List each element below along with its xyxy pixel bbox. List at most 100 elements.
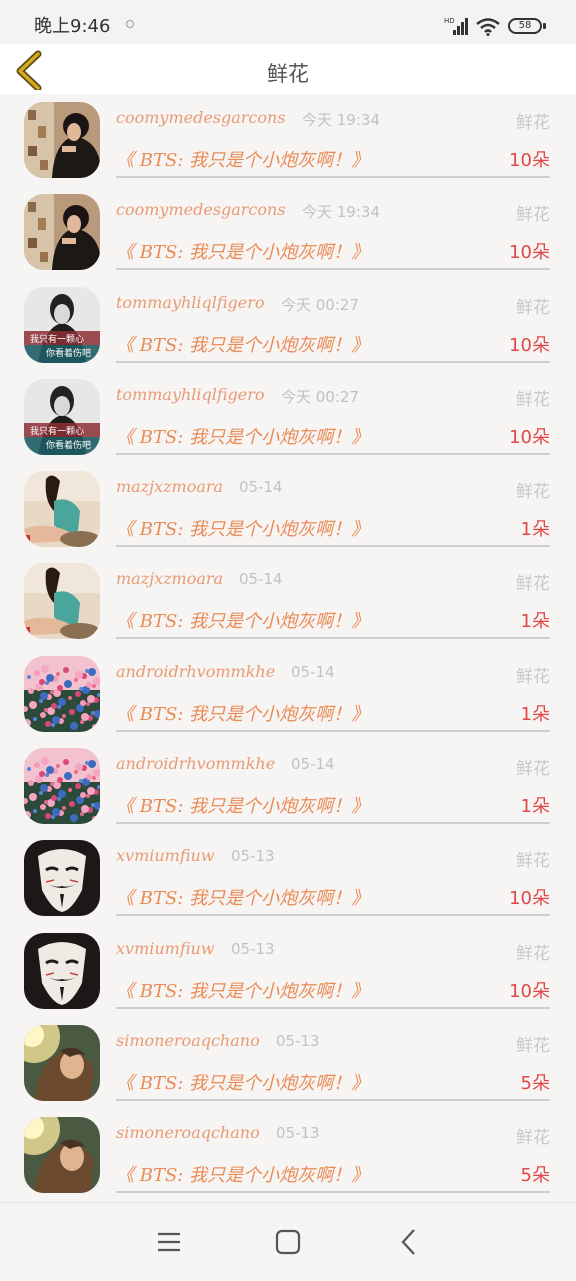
svg-text:你看着伤吧: 你看着伤吧 (46, 347, 91, 359)
flower-count: 1朵 (520, 703, 550, 725)
notification-dot-icon (126, 20, 134, 28)
list-item[interactable]: androidrhvommkhe 05-14 鲜花《 BTS: 我只是个小炮灰啊！》… (0, 740, 576, 832)
gift-type: 鲜花 (516, 851, 550, 872)
avatar[interactable] (24, 1117, 100, 1194)
home-button[interactable] (271, 1225, 305, 1259)
username[interactable]: xvmiumfiuw (116, 846, 215, 865)
gift-type: 鲜花 (516, 943, 550, 964)
username[interactable]: tommayhliqlfigero (116, 293, 265, 312)
menu-icon (158, 1232, 180, 1252)
avatar[interactable] (24, 932, 100, 1009)
divider (116, 360, 550, 363)
timestamp: 05-13 (231, 939, 275, 958)
back-chevron-icon (401, 1229, 415, 1255)
book-title[interactable]: 《 BTS: 我只是个小炮灰啊！》 (116, 607, 369, 633)
flower-count: 10朵 (509, 242, 550, 264)
list-item[interactable]: androidrhvommkhe 05-14 鲜花《 BTS: 我只是个小炮灰啊！》… (0, 648, 576, 740)
flower-count: 1朵 (520, 611, 550, 633)
timestamp: 05-13 (276, 1124, 320, 1143)
divider (116, 1098, 550, 1101)
status-bar: 晚上9:46 HD 58 (0, 0, 576, 44)
list-item[interactable]: coomymedesgarcons 今天 19:34 鲜花《 BTS: 我只是个小炮… (0, 94, 576, 186)
username[interactable]: coomymedesgarcons (116, 108, 286, 127)
battery-icon: 58 (508, 18, 542, 34)
avatar[interactable] (24, 102, 100, 178)
flower-count: 1朵 (520, 519, 550, 541)
avatar[interactable] (24, 840, 100, 917)
flower-count: 10朵 (509, 980, 550, 1002)
avatar[interactable] (24, 655, 100, 732)
book-title[interactable]: 《 BTS: 我只是个小炮灰啊！》 (116, 146, 369, 172)
book-title[interactable]: 《 BTS: 我只是个小炮灰啊！》 (116, 331, 369, 357)
divider (116, 1191, 550, 1194)
gift-type: 鲜花 (516, 482, 550, 503)
gift-type: 鲜花 (516, 1035, 550, 1056)
list-item[interactable]: 我只有一颗心 你看着伤吧 tommayhliqlfigero 今天 00:27 鲜花《 … (0, 371, 576, 463)
svg-text:我只有一颗心: 我只有一颗心 (30, 425, 84, 437)
list-item[interactable]: coomymedesgarcons 今天 19:34 鲜花《 BTS: 我只是个小炮… (0, 186, 576, 278)
timestamp: 05-13 (276, 1031, 320, 1050)
avatar[interactable] (24, 563, 100, 640)
timestamp: 今天 19:34 (302, 111, 380, 129)
book-title[interactable]: 《 BTS: 我只是个小炮灰啊！》 (116, 700, 369, 726)
system-back-button[interactable] (392, 1225, 426, 1259)
flower-count: 5朵 (520, 1165, 550, 1187)
flower-list[interactable]: coomymedesgarcons 今天 19:34 鲜花《 BTS: 我只是个小炮… (0, 94, 576, 1202)
timestamp: 05-14 (239, 570, 283, 589)
gift-type: 鲜花 (516, 389, 550, 410)
wifi-icon (476, 18, 500, 36)
page-title: 鲜花 (267, 62, 309, 86)
flower-count: 1朵 (520, 796, 550, 818)
username[interactable]: androidrhvommkhe (116, 662, 275, 681)
status-time: 晚上9:46 (34, 16, 111, 37)
username[interactable]: simoneroaqchano (116, 1123, 260, 1142)
avatar[interactable] (24, 1024, 100, 1101)
flower-count: 10朵 (509, 426, 550, 448)
svg-text:HD: HD (444, 17, 455, 25)
timestamp: 05-13 (231, 847, 275, 866)
username[interactable]: mazjxzmoara (116, 477, 223, 496)
username[interactable]: mazjxzmoara (116, 569, 223, 588)
username[interactable]: xvmiumfiuw (116, 939, 215, 958)
list-item[interactable]: xvmiumfiuw 05-13 鲜花《 BTS: 我只是个小炮灰啊！》 10朵 (0, 832, 576, 924)
timestamp: 05-14 (291, 662, 335, 681)
avatar[interactable] (24, 471, 100, 548)
username[interactable]: coomymedesgarcons (116, 200, 286, 219)
book-title[interactable]: 《 BTS: 我只是个小炮灰啊！》 (116, 238, 369, 264)
avatar[interactable] (24, 194, 100, 271)
avatar[interactable]: 我只有一颗心你看着伤吧 (24, 286, 100, 363)
username[interactable]: simoneroaqchano (116, 1031, 260, 1050)
list-item[interactable]: mazjxzmoara 05-14 鲜花《 BTS: 我只是个小炮灰啊！》 1朵 (0, 463, 576, 555)
divider (116, 822, 550, 825)
battery-tip (543, 23, 546, 29)
menu-button[interactable] (152, 1225, 186, 1259)
book-title[interactable]: 《 BTS: 我只是个小炮灰啊！》 (116, 423, 369, 449)
system-nav-bar (0, 1202, 576, 1281)
book-title[interactable]: 《 BTS: 我只是个小炮灰啊！》 (116, 1161, 369, 1187)
avatar[interactable]: 我只有一颗心 你看着伤吧 (24, 378, 100, 455)
svg-text:我只有一颗心: 我只有一颗心 (30, 333, 84, 345)
book-title[interactable]: 《 BTS: 我只是个小炮灰啊！》 (116, 1069, 369, 1095)
username[interactable]: androidrhvommkhe (116, 754, 275, 773)
divider (116, 729, 550, 732)
list-item[interactable]: xvmiumfiuw 05-13 鲜花《 BTS: 我只是个小炮灰啊！》 10朵 (0, 925, 576, 1017)
book-title[interactable]: 《 BTS: 我只是个小炮灰啊！》 (116, 792, 369, 818)
signal-icon: HD (444, 17, 468, 35)
list-item[interactable]: 我只有一颗心 你看着伤吧 tommayhliqlfigero 今天 00:27 鲜花《 … (0, 279, 576, 371)
avatar[interactable] (24, 748, 100, 825)
timestamp: 今天 00:27 (281, 295, 359, 314)
divider (116, 637, 550, 640)
list-item[interactable]: simoneroaqchano 05-13 鲜花《 BTS: 我只是个小炮灰啊！》 5… (0, 1109, 576, 1201)
book-title[interactable]: 《 BTS: 我只是个小炮灰啊！》 (116, 515, 369, 541)
gift-type: 鲜花 (516, 759, 550, 780)
title-bar: 鲜花 (0, 44, 576, 94)
gift-type: 鲜花 (516, 205, 550, 226)
username[interactable]: tommayhliqlfigero (116, 385, 265, 404)
list-item[interactable]: mazjxzmoara 05-14 鲜花《 BTS: 我只是个小炮灰啊！》 1朵 (0, 555, 576, 647)
book-title[interactable]: 《 BTS: 我只是个小炮灰啊！》 (116, 884, 369, 910)
timestamp: 今天 00:27 (281, 387, 359, 406)
divider (116, 452, 550, 455)
gift-type: 鲜花 (516, 666, 550, 687)
book-title[interactable]: 《 BTS: 我只是个小炮灰啊！》 (116, 977, 369, 1003)
list-item[interactable]: simoneroaqchano 05-13 鲜花《 BTS: 我只是个小炮灰啊！》 5… (0, 1017, 576, 1109)
